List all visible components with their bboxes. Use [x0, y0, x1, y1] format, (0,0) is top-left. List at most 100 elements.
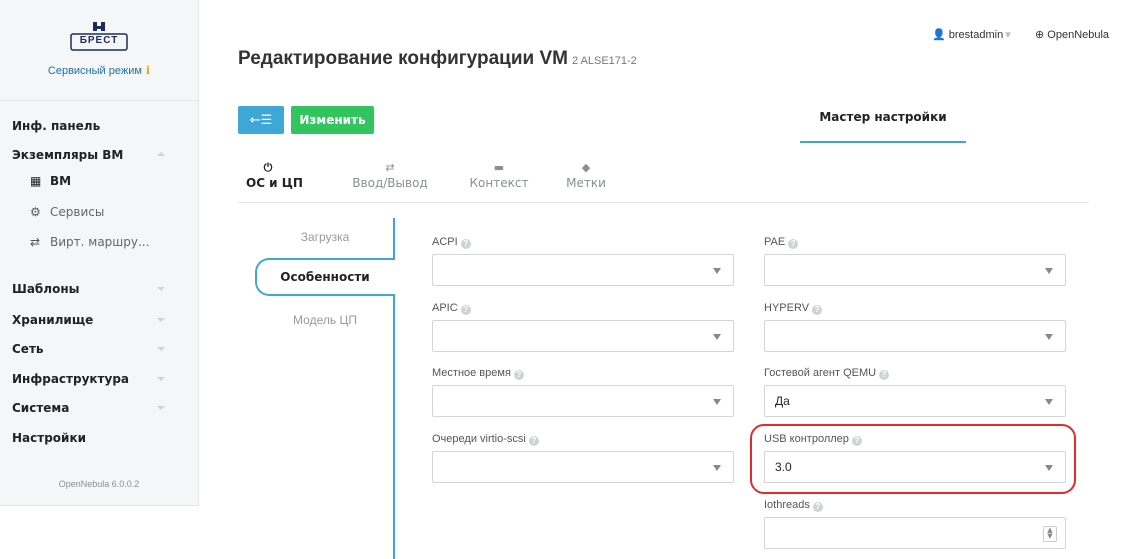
pae-label: PAE?: [764, 236, 799, 249]
acpi-select[interactable]: [432, 254, 734, 286]
logo-area[interactable]: БРЕСТ Сервисный режим ℹ: [0, 0, 198, 100]
select-value: Да: [775, 394, 790, 408]
zone-menu[interactable]: ⊕ OpenNebula: [1035, 28, 1109, 41]
tab-label: ОС и ЦП: [246, 176, 303, 190]
chevron-down-icon: ▾: [1005, 29, 1011, 41]
tab-label: Контекст: [469, 176, 529, 190]
label-text: Гостевой агент QEMU: [764, 367, 877, 379]
sidebar: БРЕСТ Сервисный режим ℹ Инф. панель Экзем…: [0, 0, 199, 506]
exchange-icon: ⇄: [385, 161, 395, 174]
sidebar-item-system[interactable]: Система: [12, 401, 69, 415]
localtime-select[interactable]: [432, 385, 734, 417]
tab-context[interactable]: ▬ Контекст: [466, 161, 532, 191]
folder-icon: ▬: [493, 161, 505, 174]
user-icon: 👤: [932, 29, 946, 41]
tab-os-cpu[interactable]: ⏻ ОС и ЦП: [246, 161, 303, 191]
tag-icon: ◆: [581, 161, 591, 174]
back-button[interactable]: ←☰: [238, 106, 284, 134]
guest-agent-label: Гостевой агент QEMU?: [764, 367, 890, 380]
iothreads-input[interactable]: ▲ ▼: [764, 517, 1066, 549]
subtab-features[interactable]: Особенности: [255, 258, 393, 296]
usb-controller-highlight: [750, 424, 1076, 494]
sidebar-item-services[interactable]: ⚙ Сервисы: [30, 205, 104, 219]
chevron-down-icon: [1045, 268, 1053, 274]
help-icon[interactable]: ?: [879, 370, 890, 380]
label-text: ACPI: [432, 236, 458, 248]
update-button[interactable]: Изменить: [291, 106, 374, 134]
chevron-up-icon: [157, 152, 165, 156]
subtab-active-gap: [393, 260, 395, 294]
page-title-text: Редактирование конфигурации VM: [238, 48, 568, 69]
tab-wizard-underline: [800, 141, 966, 143]
label-text: PAE: [764, 236, 786, 248]
help-icon[interactable]: ?: [513, 370, 524, 380]
sidebar-item-dashboard[interactable]: Инф. панель: [12, 119, 100, 133]
info-icon: ℹ: [145, 65, 151, 77]
label-text: Очереди virtio-scsi: [432, 433, 526, 445]
username-label: brestadmin: [948, 29, 1004, 41]
acpi-label: ACPI?: [432, 236, 471, 249]
tabs-divider: [238, 202, 1089, 203]
power-icon: ⏻: [263, 161, 273, 174]
virtio-queues-label: Очереди virtio-scsi?: [432, 433, 539, 446]
vm-id-label: 2 ALSE171-2: [571, 55, 637, 67]
chevron-down-icon: [713, 268, 721, 274]
chevron-down-icon: [157, 377, 165, 381]
sidebar-divider: [0, 100, 198, 101]
help-icon[interactable]: ?: [812, 502, 823, 512]
back-list-icon: ←☰: [249, 112, 273, 128]
sidebar-item-network[interactable]: Сеть: [12, 342, 44, 356]
sidebar-item-settings[interactable]: Настройки: [12, 431, 86, 445]
help-icon[interactable]: ?: [460, 239, 471, 249]
tab-wizard[interactable]: Мастер настройки: [800, 110, 966, 124]
grid-icon: ▦: [30, 174, 42, 188]
sidebar-item-storage[interactable]: Хранилище: [12, 313, 93, 327]
tab-label: Метки: [566, 176, 606, 190]
pae-select[interactable]: [764, 254, 1066, 286]
guest-agent-select[interactable]: Да: [764, 385, 1066, 417]
tab-tags[interactable]: ◆ Метки: [558, 161, 614, 191]
help-icon[interactable]: ?: [812, 305, 823, 315]
label-text: Iothreads: [764, 499, 810, 511]
sidebar-item-label: ВМ: [50, 174, 72, 188]
services-icon: ⚙: [30, 205, 41, 219]
version-label: OpenNebula 6.0.0.2: [58, 479, 140, 489]
chevron-down-icon: [1045, 399, 1053, 405]
virtio-queues-select[interactable]: [432, 451, 734, 483]
service-mode-label[interactable]: Сервисный режим ℹ: [0, 64, 198, 77]
apic-select[interactable]: [432, 320, 734, 352]
label-text: APIC: [432, 302, 458, 314]
chevron-down-icon: [713, 334, 721, 340]
globe-icon: ⊕: [1035, 29, 1045, 41]
chevron-down-icon: [157, 406, 165, 410]
help-icon[interactable]: ?: [788, 239, 799, 249]
router-icon: ⇄: [30, 235, 41, 249]
tab-io[interactable]: ⇄ Ввод/Вывод: [348, 161, 432, 191]
sidebar-item-instances[interactable]: Экземпляры ВМ: [12, 148, 123, 162]
chevron-down-icon: [1045, 334, 1053, 340]
chevron-down-icon: [157, 318, 165, 322]
service-mode-text: Сервисный режим: [47, 65, 142, 77]
page-title: Редактирование конфигурации VM 2 ALSE171-…: [238, 48, 637, 70]
hyperv-label: HYPERV?: [764, 302, 823, 315]
zone-label: OpenNebula: [1047, 29, 1110, 41]
hyperv-select[interactable]: [764, 320, 1066, 352]
subtab-cpu-model[interactable]: Модель ЦП: [255, 313, 395, 327]
tab-label: Ввод/Вывод: [352, 176, 428, 190]
sidebar-item-templates[interactable]: Шаблоны: [12, 282, 79, 296]
sidebar-item-label: Вирт. маршру...: [50, 235, 150, 249]
subtab-boot[interactable]: Загрузка: [255, 230, 395, 244]
chevron-down-icon: [157, 287, 165, 291]
brest-logo: БРЕСТ: [66, 22, 132, 51]
sidebar-item-vrouters[interactable]: ⇄ Вирт. маршру...: [30, 235, 149, 249]
sidebar-item-vms[interactable]: ▦ ВМ: [30, 174, 71, 188]
sidebar-item-infrastructure[interactable]: Инфраструктура: [12, 372, 129, 386]
help-icon[interactable]: ?: [460, 305, 471, 315]
chevron-down-icon: [713, 465, 721, 471]
iothreads-label: Iothreads?: [764, 499, 823, 512]
apic-label: APIC?: [432, 302, 471, 315]
label-text: HYPERV: [764, 302, 810, 314]
stepper-icon[interactable]: ▲ ▼: [1043, 526, 1057, 542]
help-icon[interactable]: ?: [528, 436, 539, 446]
user-menu[interactable]: 👤 brestadmin ▾: [932, 28, 1011, 41]
